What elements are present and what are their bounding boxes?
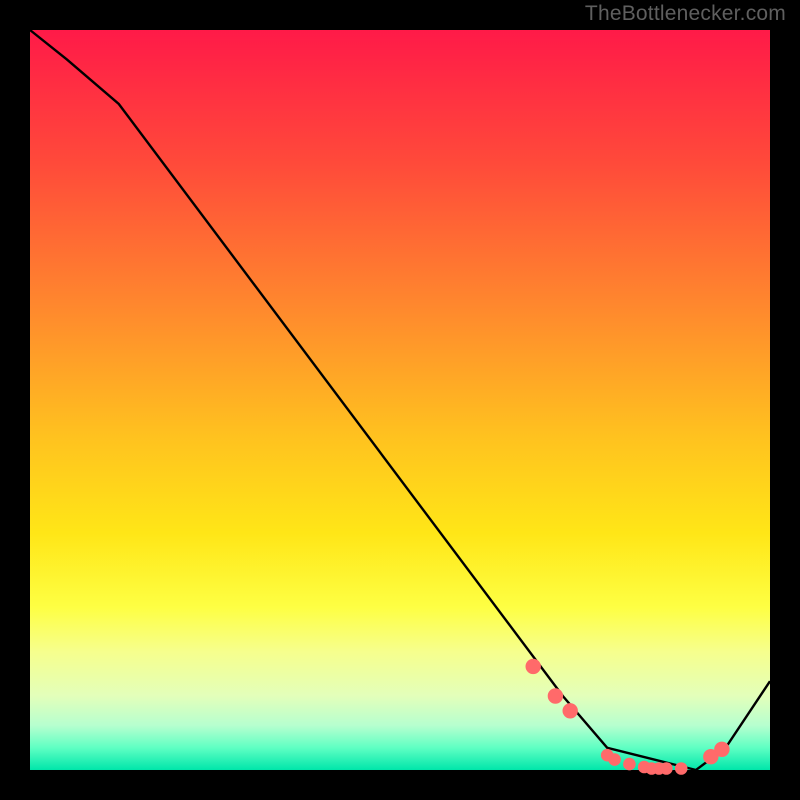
curve-markers bbox=[526, 659, 729, 774]
curve-marker bbox=[609, 754, 621, 766]
curve-marker bbox=[526, 659, 540, 673]
curve-marker bbox=[563, 704, 577, 718]
attribution-text: TheBottlenecker.com bbox=[585, 2, 786, 26]
curve-marker bbox=[624, 758, 636, 770]
curve-marker bbox=[661, 763, 673, 775]
curve-marker bbox=[715, 742, 729, 756]
curve-marker bbox=[675, 763, 687, 775]
plot-area bbox=[30, 30, 770, 770]
curve-marker bbox=[548, 689, 562, 703]
chart-frame: TheBottlenecker.com bbox=[0, 0, 800, 800]
chart-svg bbox=[30, 30, 770, 770]
bottleneck-curve bbox=[30, 30, 770, 770]
